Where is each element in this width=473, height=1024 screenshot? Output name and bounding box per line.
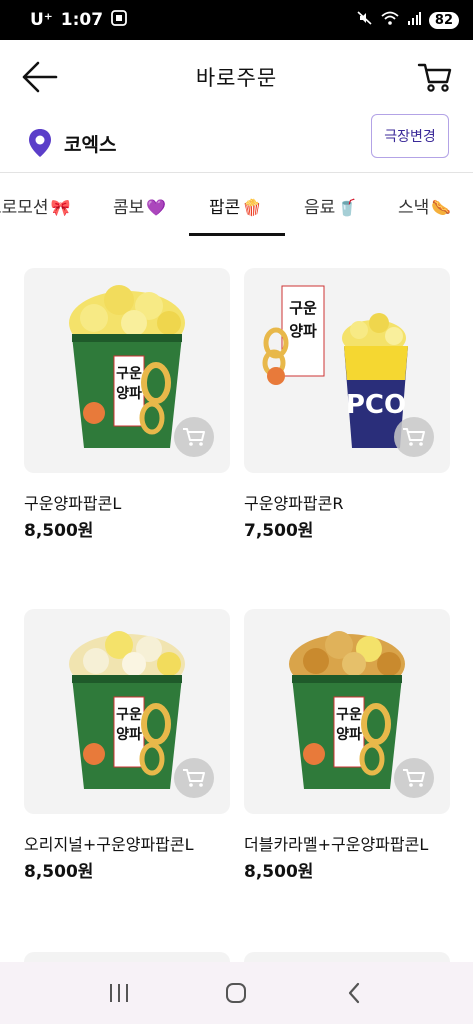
svg-text:양파: 양파: [336, 727, 362, 743]
tab-label: 콤보: [113, 198, 145, 218]
system-nav-bar: [0, 962, 473, 1024]
home-button[interactable]: [216, 973, 256, 1013]
cart-icon: [403, 769, 425, 787]
wifi-icon: [381, 10, 399, 30]
status-left: U⁺ 1:07: [30, 9, 127, 31]
add-to-cart-button[interactable]: [174, 417, 214, 457]
svg-text:양파: 양파: [116, 727, 142, 743]
product-name: 오리지널+구운양파팝콘L: [24, 835, 194, 854]
back-button[interactable]: [20, 60, 60, 94]
change-theater-button[interactable]: 극장변경: [371, 114, 449, 158]
svg-text:구운: 구운: [289, 299, 317, 317]
product-card[interactable]: 구운 양파 구운양파팝콘L 8,500원: [24, 268, 230, 541]
add-to-cart-button[interactable]: [394, 758, 434, 798]
tab-label: 팝콘: [209, 198, 241, 218]
tab-snack[interactable]: 스낵 🌭: [398, 193, 451, 218]
carrier-label: U⁺: [30, 10, 53, 30]
product-name: 더블카라멜+구운양파팝콘L: [244, 835, 429, 854]
page-title: 바로주문: [195, 66, 278, 90]
heart-icon: 💜: [146, 198, 167, 217]
tab-label: 프로모션: [0, 198, 49, 218]
battery-indicator: 82: [428, 11, 459, 29]
svg-text:구운: 구운: [116, 366, 142, 382]
recent-apps-button[interactable]: [99, 973, 139, 1013]
theater-name: 코엑스: [64, 133, 117, 156]
add-to-cart-button[interactable]: [174, 758, 214, 798]
product-image: 구운 양파: [24, 268, 230, 473]
svg-text:구운: 구운: [336, 707, 362, 723]
product-name: 구운양파팝콘L: [24, 494, 122, 513]
system-back-button[interactable]: [334, 973, 374, 1013]
svg-text:구운: 구운: [116, 707, 142, 723]
product-image: 구운 양파: [244, 609, 450, 814]
location-row: 코엑스 극장변경: [0, 114, 473, 172]
tab-label: 음료: [304, 198, 336, 218]
tab-drink[interactable]: 음료 🥤: [304, 193, 357, 218]
signal-icon: [407, 11, 421, 29]
add-to-cart-button[interactable]: [394, 417, 434, 457]
tab-combo[interactable]: 콤보 💜: [113, 193, 166, 218]
ribbon-icon: 🎀: [50, 198, 71, 217]
product-card[interactable]: 구운 양파 PCO 구운양파팝콘R 7,500원: [244, 268, 450, 541]
hotdog-icon: 🌭: [431, 198, 452, 217]
product-price: 7,500원: [244, 521, 314, 541]
drink-icon: 🥤: [337, 198, 358, 217]
cart-icon: [403, 428, 425, 446]
header: 바로주문: [0, 40, 473, 114]
cart-icon: [183, 769, 205, 787]
popcorn-icon: 🍿: [242, 198, 263, 217]
screen: U⁺ 1:07 82 바로주문 코엑스 극장변경 로모션 🎀 콤보 💜 팝콘 🍿…: [0, 0, 473, 1024]
product-price: 8,500원: [244, 862, 314, 882]
svg-text:양파: 양파: [289, 322, 317, 340]
recent-apps-icon: [109, 984, 128, 1002]
status-right: 82: [357, 10, 459, 30]
chevron-left-icon: [349, 982, 360, 1004]
arrow-left-icon: [22, 61, 58, 93]
status-bar: U⁺ 1:07 82: [0, 0, 473, 40]
svg-text:양파: 양파: [116, 386, 142, 402]
clock: 1:07: [60, 10, 104, 30]
product-image: 구운 양파: [24, 609, 230, 814]
product-price: 8,500원: [24, 862, 94, 882]
mute-icon: [357, 10, 373, 30]
product-card[interactable]: 구운 양파 오리지널+구운양파팝콘L 8,500원: [24, 609, 230, 882]
screenshot-icon: [111, 9, 127, 31]
cart-icon: [417, 63, 452, 92]
home-icon: [226, 983, 247, 1003]
tab-label: 스낵: [398, 198, 430, 218]
active-tab-indicator: [189, 233, 285, 236]
product-price: 8,500원: [24, 521, 94, 541]
tab-promotion[interactable]: 프로모션🎀: [0, 193, 70, 218]
product-card[interactable]: 구운 양파 더블카라멜+구운양파팝콘L 8,500원: [244, 609, 450, 882]
category-tabs: 프로모션🎀 콤보💜 팝콘🍿 음료🥤 스낵🌭: [0, 173, 473, 237]
cup-text: PCO: [346, 390, 406, 420]
tab-popcorn[interactable]: 팝콘 🍿: [209, 193, 262, 218]
cart-icon: [183, 428, 205, 446]
cart-button[interactable]: [417, 60, 453, 94]
product-name: 구운양파팝콘R: [244, 494, 344, 513]
product-image: 구운 양파 PCO: [244, 268, 450, 473]
location-pin-icon: [29, 129, 51, 157]
